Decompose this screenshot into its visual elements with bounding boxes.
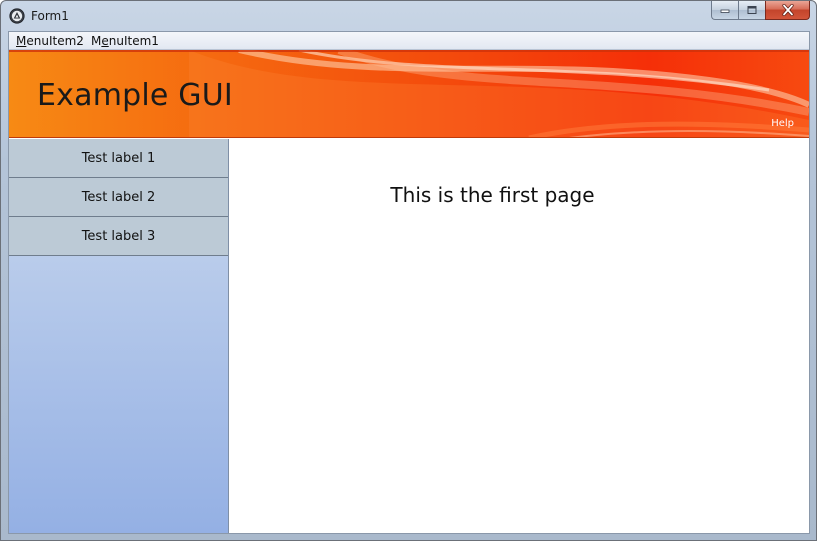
help-link[interactable]: Help — [771, 118, 794, 129]
maximize-icon — [747, 6, 757, 14]
menu-bar: MenuItem2 MenuItem1 — [9, 32, 809, 50]
sidebar-item-test-label-2[interactable]: Test label 2 — [9, 178, 228, 217]
sidebar: Test label 1 Test label 2 Test label 3 — [9, 139, 229, 533]
title-bar[interactable]: Form1 — [1, 1, 816, 31]
header-title: Example GUI — [37, 78, 233, 113]
sidebar-item-test-label-3[interactable]: Test label 3 — [9, 217, 228, 256]
client-area: MenuItem2 MenuItem1 Example GUI Help Tes… — [8, 31, 810, 534]
minimize-button[interactable] — [711, 1, 738, 20]
minimize-icon — [720, 9, 730, 13]
main-content: This is the first page — [230, 139, 809, 533]
page-heading: This is the first page — [390, 183, 595, 207]
header-banner: Example GUI Help — [9, 50, 809, 138]
menu-item-menuitem1[interactable]: MenuItem1 — [91, 34, 159, 48]
close-icon — [781, 4, 794, 16]
maximize-button[interactable] — [738, 1, 765, 20]
window-controls — [711, 1, 810, 21]
menu-item-menuitem2[interactable]: MenuItem2 — [16, 34, 84, 48]
close-button[interactable] — [765, 1, 810, 20]
app-window: Form1 MenuItem2 MenuItem1 Example GUI He… — [0, 0, 817, 541]
app-logo-icon — [9, 8, 25, 24]
sidebar-item-test-label-1[interactable]: Test label 1 — [9, 139, 228, 178]
window-title: Form1 — [31, 9, 69, 23]
